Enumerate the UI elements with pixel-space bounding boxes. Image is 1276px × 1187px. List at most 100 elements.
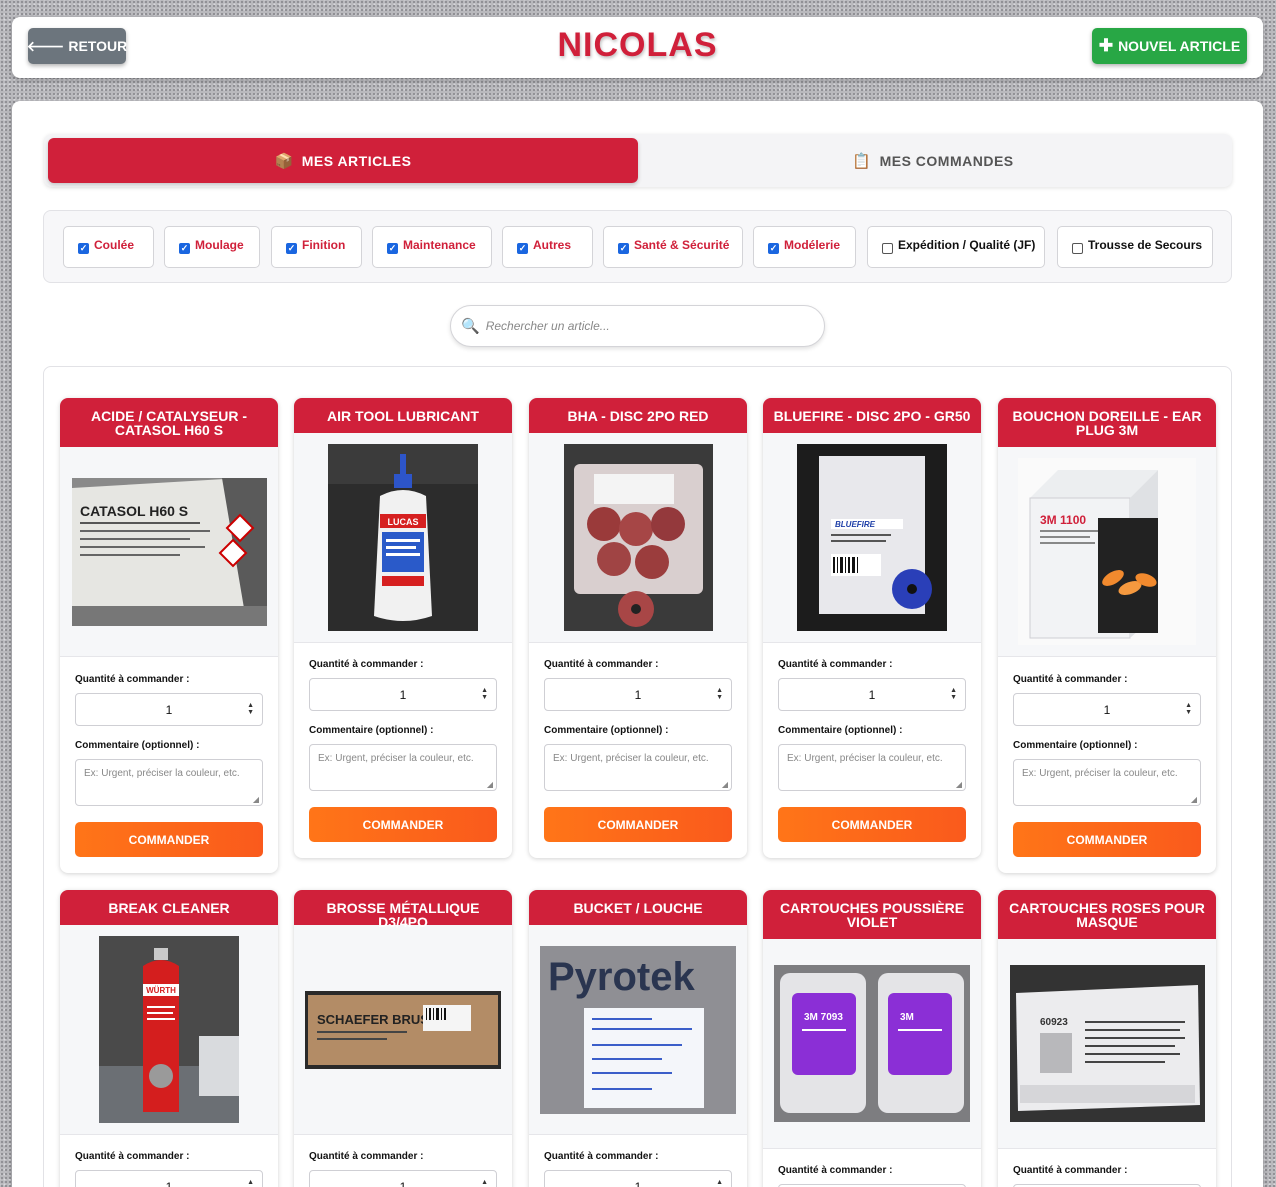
resize-grip-icon[interactable]: ◢ xyxy=(1191,795,1197,804)
article-title: BOUCHON DOREILLE - EAR PLUG 3M xyxy=(998,398,1216,447)
commander-button[interactable]: COMMANDER xyxy=(1013,822,1201,857)
comment-field[interactable]: Ex: Urgent, préciser la couleur, etc. ◢ xyxy=(75,759,263,806)
stepper-arrows-icon[interactable]: ▲▼ xyxy=(716,687,723,701)
quantity-value: 1 xyxy=(634,687,642,702)
comment-field[interactable]: Ex: Urgent, préciser la couleur, etc. ◢ xyxy=(544,744,732,791)
stepper-arrows-icon[interactable]: ▲▼ xyxy=(481,1179,488,1187)
article-image-area: WÜRTH xyxy=(60,925,278,1135)
tab-bar: 📦 MES ARTICLES 📋 MES COMMANDES xyxy=(44,134,1232,187)
stepper-arrows-icon[interactable]: ▲▼ xyxy=(1185,702,1192,716)
tab-label: MES COMMANDES xyxy=(879,152,1014,169)
quantity-label: Quantité à commander : xyxy=(1013,674,1128,685)
article-image-text: 60923 xyxy=(1040,1017,1068,1028)
main-panel: 📦 MES ARTICLES 📋 MES COMMANDES ✓ Coulée … xyxy=(12,101,1263,1187)
article-card: ACIDE / CATALYSEUR - CATASOL H60 S CATAS… xyxy=(60,398,278,873)
article-image-area: 3M 1100 xyxy=(998,447,1216,657)
checkbox-checked-icon[interactable]: ✓ xyxy=(517,243,528,254)
order-form: Quantité à commander : 1 ▲ ▼ Commentaire (… xyxy=(763,643,981,858)
article-card: BROSSE MÉTALLIQUE D3/4PO SCHAEFER BRUSH xyxy=(294,890,512,1187)
article-title: BHA - DISC 2PO RED xyxy=(529,398,747,433)
quantity-label: Quantité à commander : xyxy=(778,1165,893,1176)
order-form: Quantité à commander : 1 ▲ ▼ Commentaire (… xyxy=(998,657,1216,873)
article-image: BLUEFIRE xyxy=(797,444,947,631)
clipboard-icon: 📋 xyxy=(852,152,872,170)
quantity-value: 1 xyxy=(399,1179,407,1187)
new-article-button[interactable]: ✚ NOUVEL ARTICLE xyxy=(1092,28,1247,64)
comment-label: Commentaire (optionnel) : xyxy=(544,725,669,736)
search-input[interactable] xyxy=(485,319,806,333)
filter-modelerie[interactable]: ✓ Modélerie xyxy=(753,226,856,268)
checkbox-checked-icon[interactable]: ✓ xyxy=(78,243,89,254)
order-form: Quantité à commander : 1▲▼ xyxy=(763,1149,981,1187)
search-box: 🔍 xyxy=(450,305,825,347)
order-form: Quantité à commander : 1▲▼ xyxy=(294,1135,512,1187)
filter-coulee[interactable]: ✓ Coulée xyxy=(63,226,154,268)
filter-label: Maintenance xyxy=(403,238,476,252)
quantity-value: 1 xyxy=(165,702,173,717)
article-image: Pyrotek xyxy=(540,945,736,1114)
filter-expedition-qualite[interactable]: Expédition / Qualité (JF) xyxy=(867,226,1045,268)
filter-label: Trousse de Secours xyxy=(1088,238,1203,252)
quantity-stepper[interactable]: 1 ▲▼ xyxy=(1013,693,1201,726)
article-card: AIR TOOL LUBRICANT LUCAS Quantité à comm… xyxy=(294,398,512,858)
quantity-stepper[interactable]: 1 ▲▼ xyxy=(75,1170,263,1187)
resize-grip-icon[interactable]: ◢ xyxy=(956,780,962,789)
checkbox-unchecked-icon[interactable] xyxy=(1072,243,1083,254)
checkbox-checked-icon[interactable]: ✓ xyxy=(286,243,297,254)
filter-label: Expédition / Qualité (JF) xyxy=(898,238,1036,252)
comment-label: Commentaire (optionnel) : xyxy=(309,725,434,736)
resize-grip-icon[interactable]: ◢ xyxy=(487,780,493,789)
order-form: Quantité à commander : 1▲▼ xyxy=(529,1135,747,1187)
quantity-label: Quantité à commander : xyxy=(1013,1165,1128,1176)
quantity-stepper[interactable]: 1 ▲▼ xyxy=(309,678,497,711)
article-title: CARTOUCHES ROSES POUR MASQUE xyxy=(998,890,1216,939)
quantity-stepper[interactable]: 1 ▲▼ xyxy=(309,1170,497,1187)
quantity-stepper[interactable]: 1 ▲▼ xyxy=(75,693,263,726)
article-image-text: WÜRTH xyxy=(146,986,176,995)
order-form: Quantité à commander : 1 ▲ ▼ Commentaire (… xyxy=(529,643,747,858)
tab-mes-commandes[interactable]: 📋 MES COMMANDES xyxy=(638,138,1228,183)
filter-moulage[interactable]: ✓ Moulage xyxy=(164,226,260,268)
article-card: BOUCHON DOREILLE - EAR PLUG 3M 3M 1100 Q… xyxy=(998,398,1216,873)
stepper-arrows-icon[interactable]: ▲▼ xyxy=(716,1179,723,1187)
quantity-stepper[interactable]: 1 ▲▼ xyxy=(778,678,966,711)
stepper-arrows-icon[interactable]: ▲▼ xyxy=(247,1179,254,1187)
quantity-stepper[interactable]: 1 ▲▼ xyxy=(544,1170,732,1187)
commander-button[interactable]: COMMANDER xyxy=(75,822,263,857)
article-image: SCHAEFER BRUSH xyxy=(305,990,501,1069)
article-card: BHA - DISC 2PO RED Quantité à commander … xyxy=(529,398,747,858)
comment-field[interactable]: Ex: Urgent, préciser la couleur, etc. ◢ xyxy=(778,744,966,791)
checkbox-unchecked-icon[interactable] xyxy=(882,243,893,254)
checkbox-checked-icon[interactable]: ✓ xyxy=(387,243,398,254)
quantity-stepper[interactable]: 1 ▲▼ xyxy=(544,678,732,711)
filter-sante-securite[interactable]: ✓ Santé & Sécurité xyxy=(603,226,743,268)
checkbox-checked-icon[interactable]: ✓ xyxy=(179,243,190,254)
comment-field[interactable]: Ex: Urgent, préciser la couleur, etc. ◢ xyxy=(309,744,497,791)
article-image: 3M 7093 3M xyxy=(774,965,970,1122)
article-title: BROSSE MÉTALLIQUE D3/4PO xyxy=(294,890,512,929)
stepper-arrows-icon[interactable]: ▲▼ xyxy=(481,687,488,701)
resize-grip-icon[interactable]: ◢ xyxy=(253,795,259,804)
article-image: LUCAS xyxy=(328,444,478,631)
checkbox-checked-icon[interactable]: ✓ xyxy=(768,243,779,254)
commander-button[interactable]: COMMANDER xyxy=(544,807,732,842)
comment-placeholder: Ex: Urgent, préciser la couleur, etc. xyxy=(84,768,240,779)
article-title: BREAK CLEANER xyxy=(60,890,278,925)
resize-grip-icon[interactable]: ◢ xyxy=(722,780,728,789)
comment-field[interactable]: Ex: Urgent, préciser la couleur, etc. ◢ xyxy=(1013,759,1201,806)
plus-icon: ✚ xyxy=(1098,36,1114,55)
checkbox-checked-icon[interactable]: ✓ xyxy=(618,243,629,254)
commander-button[interactable]: COMMANDER xyxy=(309,807,497,842)
article-image-text: LUCAS xyxy=(388,517,419,527)
filter-autres[interactable]: ✓ Autres xyxy=(502,226,593,268)
filter-finition[interactable]: ✓ Finition xyxy=(271,226,362,268)
article-image-text: CATASOL H60 S xyxy=(80,503,188,519)
stepper-arrows-icon[interactable]: ▲▼ xyxy=(950,687,957,701)
commander-button[interactable]: COMMANDER xyxy=(778,807,966,842)
tab-mes-articles[interactable]: 📦 MES ARTICLES xyxy=(48,138,638,183)
article-card: CARTOUCHES POUSSIÈRE VIOLET 3M 7093 3M Q… xyxy=(763,890,981,1187)
stepper-arrows-icon[interactable]: ▲▼ xyxy=(247,702,254,716)
filter-maintenance[interactable]: ✓ Maintenance xyxy=(372,226,492,268)
filter-trousse-secours[interactable]: Trousse de Secours xyxy=(1057,226,1213,268)
filter-label: Modélerie xyxy=(784,238,841,252)
